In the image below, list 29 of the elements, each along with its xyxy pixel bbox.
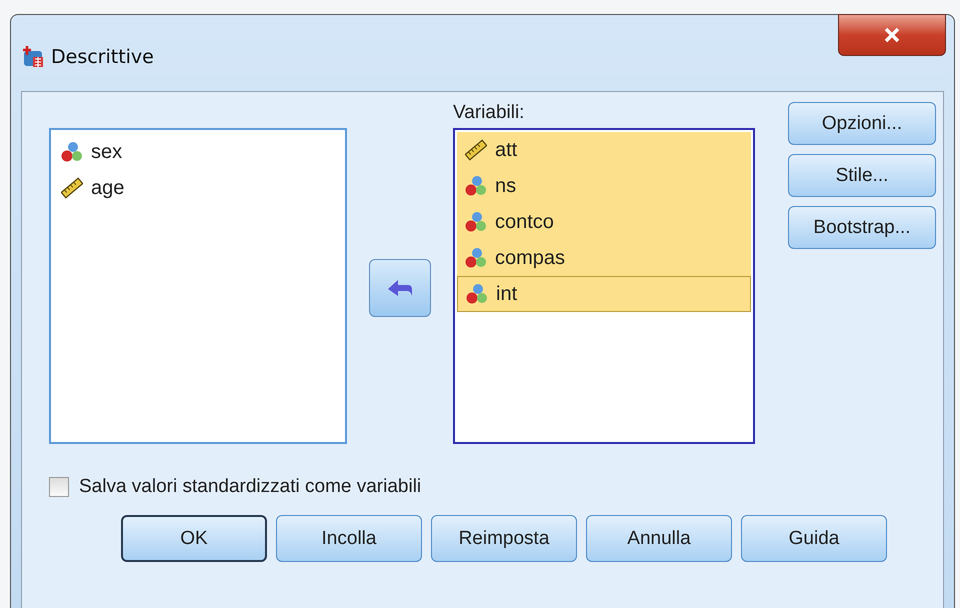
nominal-icon (465, 247, 487, 269)
dialog-button[interactable]: Incolla (276, 515, 422, 562)
option-button[interactable]: Opzioni... (788, 102, 936, 145)
checkbox[interactable] (49, 477, 69, 497)
nominal-icon (466, 283, 488, 305)
close-icon (883, 27, 901, 43)
close-button[interactable] (838, 14, 946, 56)
move-variable-button[interactable] (369, 259, 431, 317)
variable-item[interactable]: int (457, 276, 751, 312)
variables-label: Variabili: (453, 101, 526, 125)
variable-item[interactable]: sex (57, 134, 339, 170)
nominal-icon (465, 211, 487, 233)
variable-item[interactable]: ns (457, 168, 751, 204)
dialog-button[interactable]: Guida (741, 515, 887, 562)
checkbox-label: Salva valori standardizzati come variabili (79, 476, 422, 498)
nominal-icon (465, 175, 487, 197)
dialog-button[interactable]: Annulla (586, 515, 732, 562)
left-arrow-icon (387, 278, 413, 298)
option-button[interactable]: Stile... (788, 154, 936, 197)
variable-item[interactable]: compas (457, 240, 751, 276)
dialog-button[interactable]: OK (121, 515, 267, 562)
nominal-icon (61, 141, 83, 163)
variable-item[interactable]: contco (457, 204, 751, 240)
variable-item[interactable]: att (457, 132, 751, 168)
dialog-button[interactable]: Reimposta (431, 515, 577, 562)
variable-item[interactable]: age (57, 170, 339, 206)
app-icon (21, 45, 45, 69)
option-button[interactable]: Bootstrap... (788, 206, 936, 249)
window-title: Descrittive (51, 46, 154, 68)
